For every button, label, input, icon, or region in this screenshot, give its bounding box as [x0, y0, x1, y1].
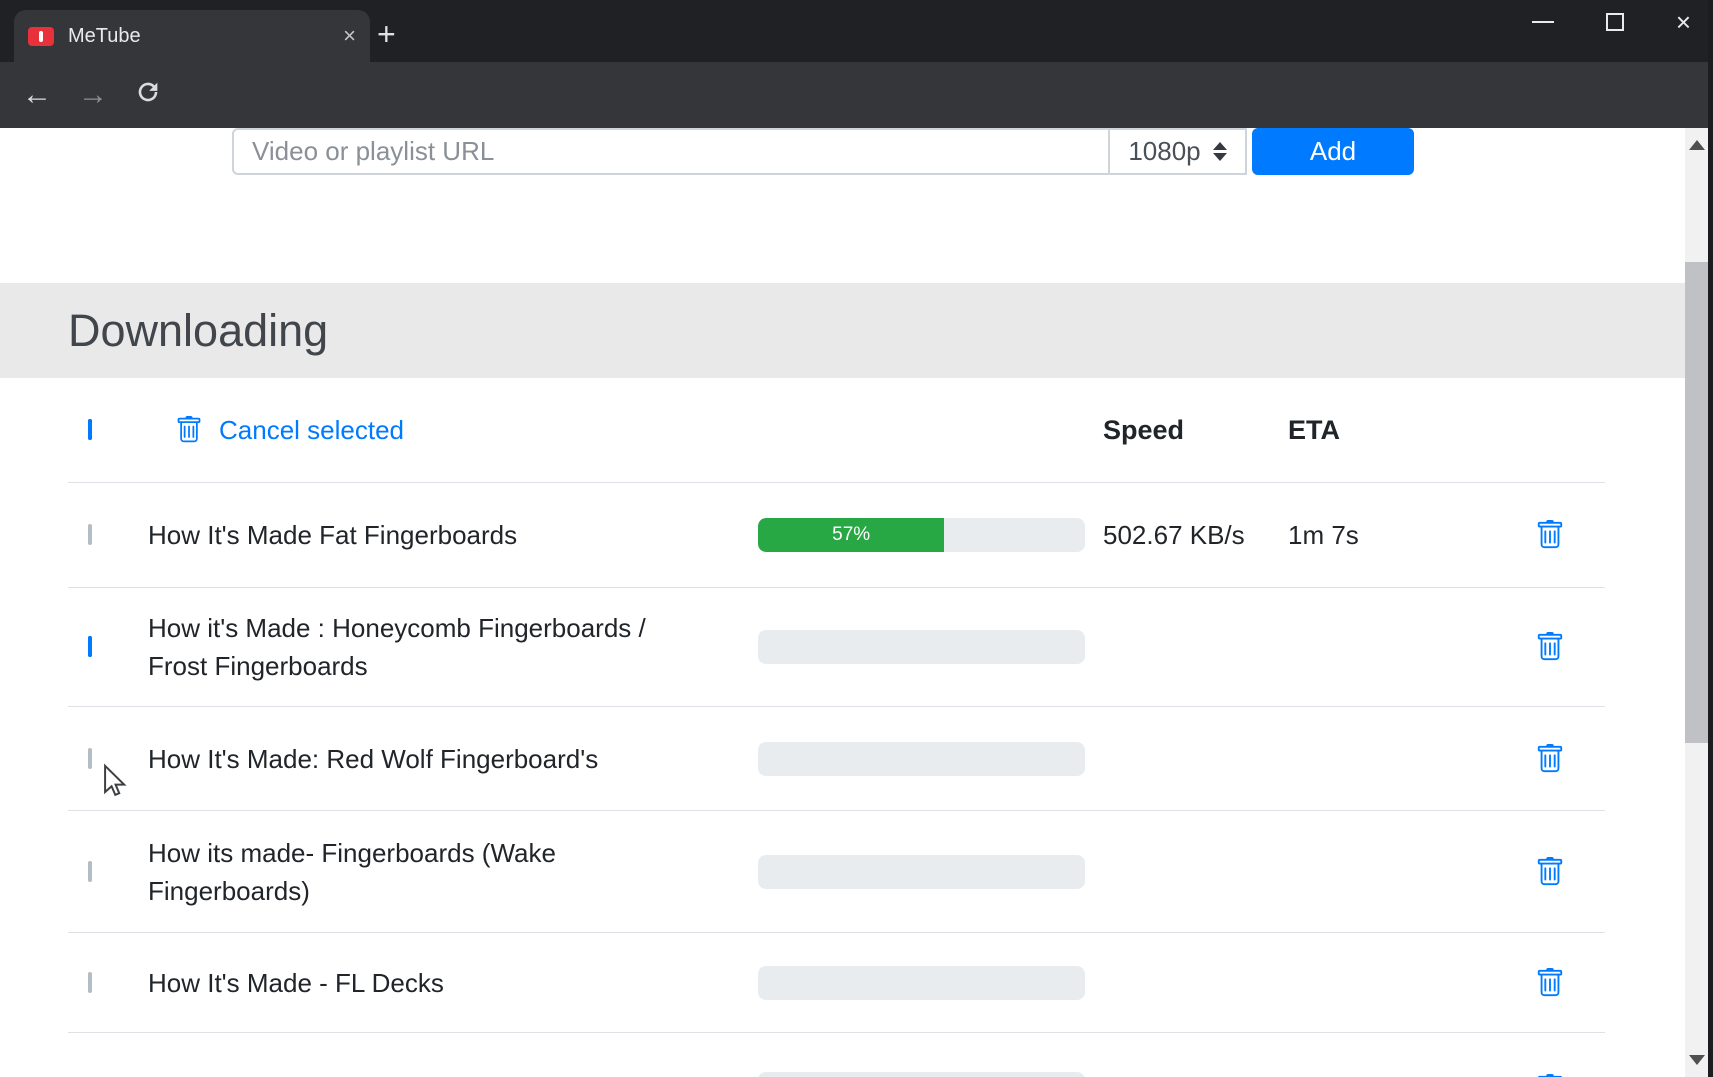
progress-bar	[758, 966, 1085, 1000]
metube-page: 1080p Add Downloading	[0, 128, 1713, 1077]
delete-download-button[interactable]	[1535, 743, 1565, 775]
row-checkbox[interactable]	[88, 972, 92, 993]
progress-bar	[758, 1072, 1085, 1077]
downloads-table: Cancel selected Speed ETA How It's Made …	[68, 378, 1605, 1077]
download-title: How It's Made Fat Fingerboards	[148, 516, 678, 554]
section-title: Downloading	[68, 305, 328, 357]
progress-fill: 57%	[758, 518, 944, 552]
scroll-down-icon[interactable]	[1689, 1055, 1705, 1065]
browser-tab-metube[interactable]: MeTube ×	[14, 10, 370, 62]
scrollbar-thumb[interactable]	[1685, 262, 1708, 743]
select-all-checkbox[interactable]	[88, 419, 92, 440]
download-row: How it's Made : Honeycomb Fingerboards /…	[68, 588, 1605, 707]
quality-select[interactable]: 1080p	[1108, 128, 1247, 175]
download-row: How It's Made: Red Wolf Fingerboard's	[68, 707, 1605, 811]
browser-toolbar: ← → ⓘ localhost:8081 ☆ Incognito	[0, 62, 1713, 128]
download-title: How it's Made : Honeycomb Fingerboards /…	[148, 609, 678, 685]
forward-button[interactable]: →	[78, 80, 108, 110]
row-checkbox[interactable]	[88, 636, 92, 657]
download-row	[68, 1033, 1605, 1077]
cancel-selected-label: Cancel selected	[219, 411, 404, 449]
metube-favicon-icon	[28, 27, 54, 46]
tab-close-icon[interactable]: ×	[343, 25, 356, 47]
delete-download-button[interactable]	[1535, 1073, 1565, 1077]
back-button[interactable]: ←	[22, 80, 52, 110]
download-title: How It's Made - FL Decks	[148, 964, 678, 1002]
add-button[interactable]: Add	[1252, 128, 1414, 175]
window-right-edge	[1708, 0, 1713, 1077]
close-window-button[interactable]: ×	[1676, 9, 1691, 35]
progress-bar	[758, 630, 1085, 664]
page-scrollbar[interactable]	[1685, 128, 1708, 1077]
progress-label: 57%	[832, 524, 870, 546]
tab-strip: MeTube × + ×	[0, 0, 1713, 62]
speed-column-header: Speed	[1085, 415, 1270, 446]
minimize-button[interactable]	[1532, 21, 1554, 23]
trash-icon	[175, 415, 203, 445]
maximize-button[interactable]	[1606, 13, 1624, 31]
download-eta: 1m 7s	[1270, 520, 1455, 551]
video-url-input[interactable]	[232, 128, 1108, 175]
scroll-up-icon[interactable]	[1689, 140, 1705, 150]
table-header-row: Cancel selected Speed ETA	[68, 378, 1605, 483]
download-row: How It's Made - FL Decks	[68, 933, 1605, 1033]
select-stepper-icon	[1213, 142, 1227, 161]
reload-button[interactable]	[134, 78, 162, 112]
download-row: How its made- Fingerboards (Wake Fingerb…	[68, 811, 1605, 933]
browser-window: MeTube × + × ← → ⓘ localhost:8081	[0, 0, 1713, 1077]
quality-value: 1080p	[1128, 136, 1200, 167]
eta-column-header: ETA	[1270, 415, 1455, 446]
delete-download-button[interactable]	[1535, 967, 1565, 999]
cancel-selected-button[interactable]: Cancel selected	[175, 411, 758, 449]
reload-icon	[134, 78, 162, 106]
mouse-cursor	[98, 763, 132, 797]
delete-download-button[interactable]	[1535, 631, 1565, 663]
window-controls: ×	[1532, 0, 1705, 44]
downloading-section-header: Downloading	[0, 283, 1685, 378]
row-checkbox[interactable]	[88, 748, 92, 769]
download-title: How its made- Fingerboards (Wake Fingerb…	[148, 834, 678, 910]
row-checkbox[interactable]	[88, 861, 92, 882]
download-title: How It's Made: Red Wolf Fingerboard's	[148, 740, 678, 778]
new-tab-button[interactable]: +	[377, 18, 396, 50]
tab-title: MeTube	[68, 25, 343, 48]
progress-bar	[758, 742, 1085, 776]
progress-bar: 57%	[758, 518, 1085, 552]
add-download-form: 1080p Add	[232, 128, 1414, 175]
download-speed: 502.67 KB/s	[1085, 520, 1270, 551]
row-checkbox[interactable]	[88, 524, 92, 545]
delete-download-button[interactable]	[1535, 519, 1565, 551]
download-row: How It's Made Fat Fingerboards 57% 502.6…	[68, 483, 1605, 588]
progress-bar	[758, 855, 1085, 889]
delete-download-button[interactable]	[1535, 856, 1565, 888]
